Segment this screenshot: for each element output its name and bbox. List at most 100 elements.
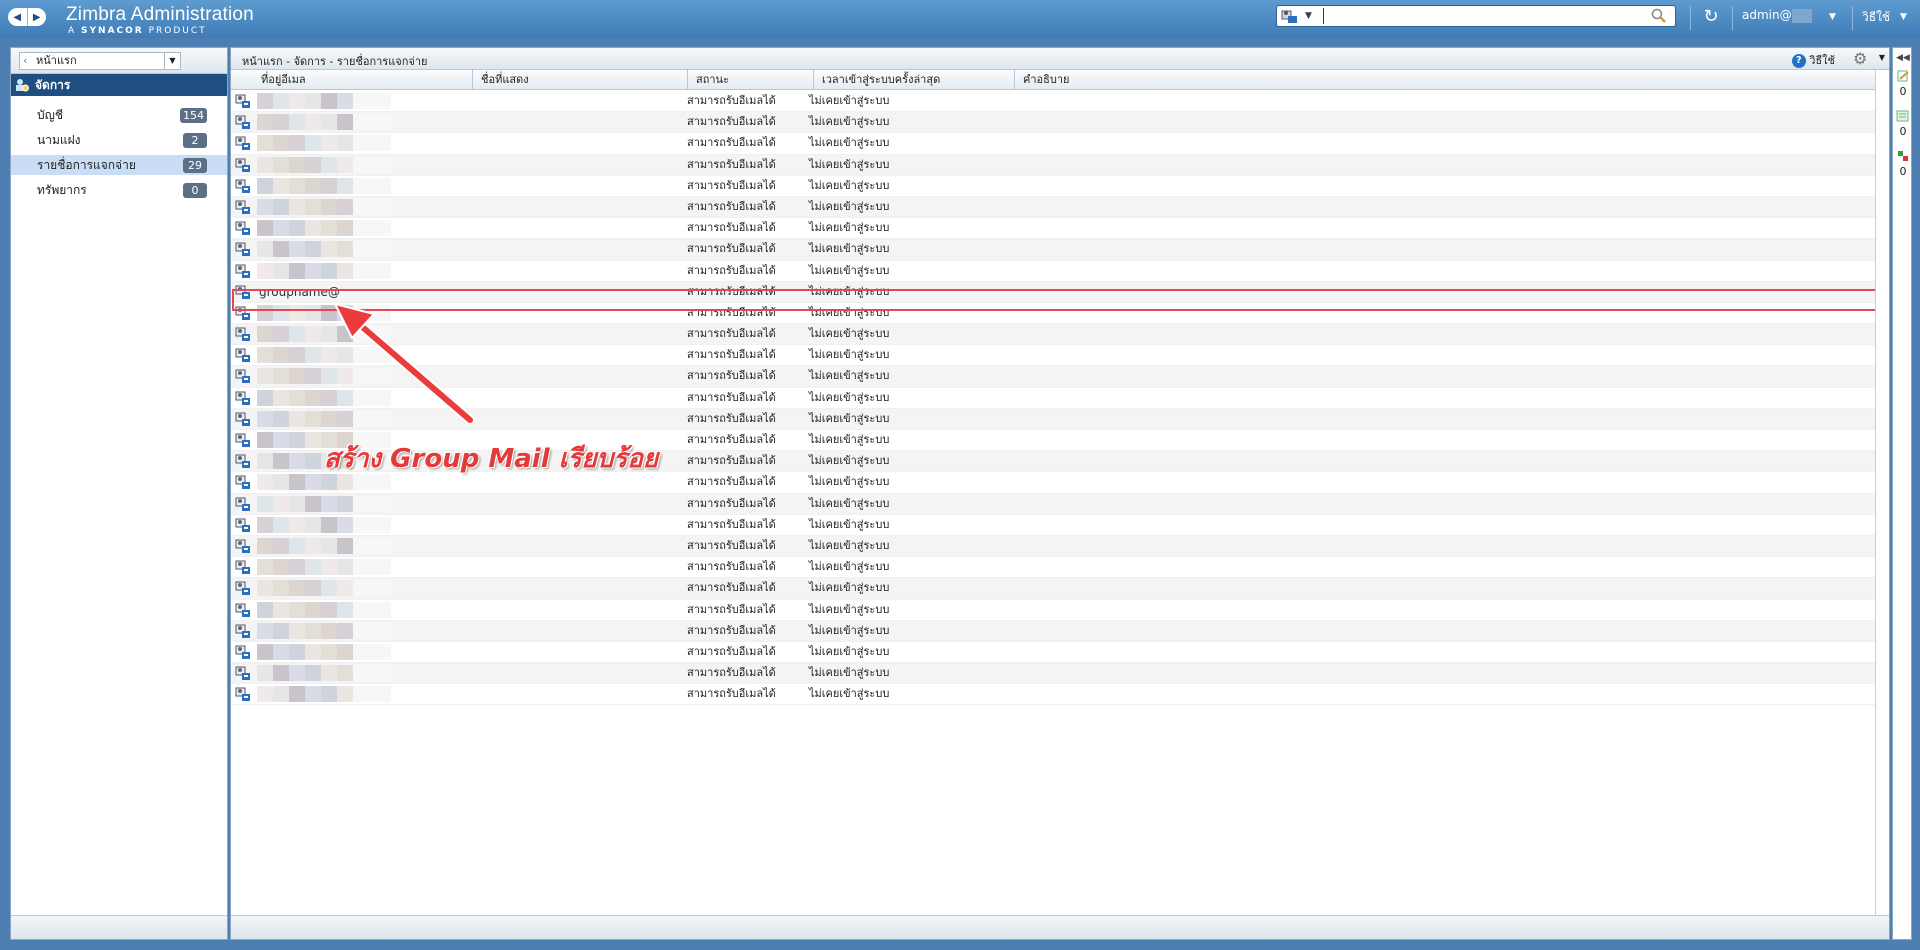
- back-arrow-icon[interactable]: ◀: [8, 8, 28, 26]
- table-row[interactable]: สามารถรับอีเมลได้ ไม่เคยเข้าสู่ระบบ: [231, 493, 1879, 515]
- distribution-list-icon: [235, 666, 250, 681]
- table-row[interactable]: สามารถรับอีเมลได้ ไม่เคยเข้าสู่ระบบ: [231, 515, 1879, 536]
- tree-item-aliases[interactable]: นามแฝง 2: [11, 130, 227, 150]
- status-item-alerts[interactable]: 0: [1895, 150, 1911, 178]
- redacted-block: [273, 410, 289, 427]
- redacted-block: [273, 537, 289, 554]
- status-cell: สามารถรับอีเมลได้: [687, 369, 776, 383]
- last-login-cell: ไม่เคยเข้าสู่ระบบ: [809, 199, 890, 213]
- table-row[interactable]: สามารถรับอีเมลได้ ไม่เคยเข้าสู่ระบบ: [231, 91, 1879, 113]
- table-row[interactable]: สามารถรับอีเมลได้ ไม่เคยเข้าสู่ระบบ: [231, 620, 1879, 642]
- search-type-dropdown[interactable]: ▼: [1281, 8, 1315, 24]
- table-row[interactable]: สามารถรับอีเมลได้ ไม่เคยเข้าสู่ระบบ: [231, 133, 1879, 155]
- redacted-block: [273, 177, 289, 194]
- tree-item-resources[interactable]: ทรัพยากร 0: [11, 180, 227, 200]
- distribution-list-icon: [235, 94, 250, 108]
- gear-icon[interactable]: ⚙: [1853, 50, 1873, 68]
- status-item-notes[interactable]: 0: [1895, 70, 1911, 98]
- redacted-block: [353, 559, 391, 576]
- redacted-block: [305, 389, 321, 406]
- table-row[interactable]: สามารถรับอีเมลได้ ไม่เคยเข้าสู่ระบบ: [231, 239, 1879, 261]
- column-status[interactable]: สถานะ: [688, 70, 814, 90]
- redacted-block: [289, 177, 305, 194]
- distribution-list-icon: [235, 581, 250, 596]
- tree-item-distribution-lists[interactable]: รายชื่อการแจกจ่าย 29: [11, 155, 227, 175]
- column-last-login[interactable]: เวลาเข้าสู่ระบบครั้งล่าสุด: [814, 70, 1015, 90]
- status-cell: สามารถรับอีเมลได้: [687, 199, 776, 213]
- table-row[interactable]: สามารถรับอีเมลได้ ไม่เคยเข้าสู่ระบบ: [231, 112, 1879, 134]
- redacted-block: [257, 410, 273, 427]
- distribution-list-icon: [235, 454, 250, 469]
- table-row[interactable]: สามารถรับอีเมลได้ ไม่เคยเข้าสู่ระบบ: [231, 642, 1879, 664]
- last-login-cell: ไม่เคยเข้าสู่ระบบ: [809, 644, 890, 658]
- table-row[interactable]: สามารถรับอีเมลได้ ไม่เคยเข้าสู่ระบบ: [231, 196, 1879, 219]
- redacted-block: [337, 516, 353, 533]
- refresh-icon[interactable]: ↻: [1700, 6, 1722, 28]
- count-badge: 29: [183, 158, 207, 173]
- redacted-block: [353, 580, 391, 597]
- chevron-down-icon[interactable]: ▼: [1879, 53, 1885, 62]
- column-display-name[interactable]: ชื่อที่แสดง: [473, 70, 688, 90]
- redacted-block: [257, 93, 273, 109]
- table-row[interactable]: สามารถรับอีเมลได้ ไม่เคยเข้าสู่ระบบ: [231, 557, 1879, 579]
- status-cell: สามารถรับอีเมลได้: [687, 666, 776, 680]
- table-row[interactable]: สามารถรับอีเมลได้ ไม่เคยเข้าสู่ระบบ: [231, 218, 1879, 240]
- forward-arrow-icon[interactable]: ▶: [28, 8, 47, 26]
- table-header: ที่อยู่อีเมล ชื่อที่แสดง สถานะ เวลาเข้าส…: [231, 70, 1889, 90]
- column-description[interactable]: คำอธิบาย: [1015, 70, 1315, 90]
- chevron-down-icon: ▼: [164, 53, 180, 69]
- redacted-block: [305, 198, 321, 215]
- help-menu[interactable]: วิธีใช้: [1862, 8, 1890, 27]
- table-row[interactable]: สามารถรับอีเมลได้ ไม่เคยเข้าสู่ระบบ: [231, 154, 1879, 176]
- redacted-block: [305, 495, 321, 512]
- table-row[interactable]: สามารถรับอีเมลได้ ไม่เคยเข้าสู่ระบบ: [231, 663, 1879, 685]
- navigation-header: ‹ หน้าแรก ▼: [11, 48, 227, 74]
- table-row[interactable]: สามารถรับอีเมลได้ ไม่เคยเข้าสู่ระบบ: [231, 176, 1879, 197]
- status-item-tasks[interactable]: 0: [1895, 110, 1911, 138]
- separator: [1690, 6, 1691, 30]
- redacted-block: [257, 326, 273, 343]
- chevron-down-icon[interactable]: ▼: [1900, 12, 1907, 22]
- redacted-block: [273, 198, 289, 215]
- search-icon[interactable]: [1651, 8, 1669, 24]
- search-input[interactable]: [1323, 8, 1641, 24]
- vertical-scrollbar[interactable]: [1875, 70, 1889, 917]
- redacted-block: [289, 220, 305, 237]
- redacted-block: [305, 686, 321, 703]
- status-cell: สามารถรับอีเมลได้: [687, 644, 776, 658]
- user-menu[interactable]: admin@: [1742, 8, 1812, 23]
- help-link[interactable]: ? วิธีใช้: [1791, 51, 1835, 69]
- breadcrumb-select[interactable]: ‹ หน้าแรก ▼: [19, 52, 181, 70]
- redacted-block: [289, 262, 305, 279]
- redacted-block: [337, 665, 353, 682]
- chevron-down-icon[interactable]: ▼: [1829, 12, 1836, 22]
- distribution-list-icon: [235, 179, 250, 193]
- table-row[interactable]: สามารถรับอีเมลได้ ไม่เคยเข้าสู่ระบบ: [231, 684, 1879, 706]
- redacted-block: [321, 198, 337, 215]
- redacted-block: [305, 262, 321, 279]
- redacted-email-cell: [257, 135, 392, 152]
- redacted-block: [289, 474, 305, 491]
- redacted-block: [305, 177, 321, 194]
- redacted-block: [321, 643, 337, 660]
- status-cell: สามารถรับอีเมลได้: [687, 348, 776, 362]
- column-email-address[interactable]: ที่อยู่อีเมล: [253, 70, 473, 90]
- redacted-block: [273, 559, 289, 576]
- status-cell: สามารถรับอีเมลได้: [687, 623, 776, 637]
- redacted-block: [321, 135, 337, 152]
- redacted-block: [273, 665, 289, 682]
- collapse-icon[interactable]: ◀◀: [1896, 53, 1910, 63]
- redacted-block: [305, 643, 321, 660]
- table-row[interactable]: สามารถรับอีเมลได้ ไม่เคยเข้าสู่ระบบ: [231, 261, 1879, 282]
- table-row[interactable]: สามารถรับอีเมลได้ ไม่เคยเข้าสู่ระบบ: [231, 600, 1879, 621]
- manage-section-header[interactable]: จัดการ: [11, 74, 227, 96]
- redacted-block: [289, 601, 305, 618]
- table-row[interactable]: สามารถรับอีเมลได้ ไม่เคยเข้าสู่ระบบ: [231, 578, 1879, 600]
- distribution-list-icon: [1281, 10, 1297, 23]
- subtitle-brand: SYNACOR: [81, 26, 144, 36]
- redacted-block: [353, 643, 391, 660]
- count-badge: 154: [180, 108, 207, 123]
- tree-item-accounts[interactable]: บัญชี 154: [11, 105, 227, 125]
- table-row[interactable]: สามารถรับอีเมลได้ ไม่เคยเข้าสู่ระบบ: [231, 535, 1879, 558]
- redacted-block: [257, 559, 273, 576]
